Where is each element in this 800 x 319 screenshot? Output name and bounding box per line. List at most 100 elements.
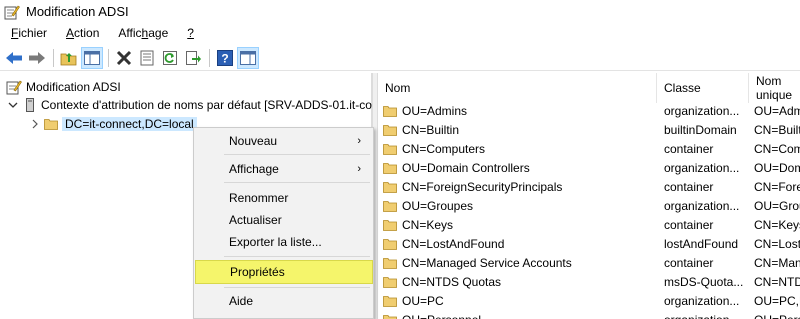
forward-button[interactable] (26, 47, 48, 69)
list-item-name-cell: CN=Computers (383, 139, 655, 158)
menu-affichage[interactable]: Affichage (107, 26, 176, 40)
list-item-class: organization... (664, 160, 740, 175)
column-header-nom[interactable]: Nom (378, 73, 657, 103)
refresh-icon (163, 50, 177, 65)
show-hide-tree-button[interactable] (81, 46, 103, 69)
list-item-name: CN=Managed Service Accounts (402, 255, 572, 270)
toolbar-separator (108, 48, 109, 67)
list-item-name: CN=Builtin (402, 122, 460, 137)
list-item[interactable]: OU=PC organization... OU=PC,DC= (378, 291, 800, 310)
menu-item-actualiser[interactable]: Actualiser (195, 209, 373, 231)
menu-item-renommer[interactable]: Renommer (195, 187, 373, 209)
properties-button[interactable] (136, 47, 158, 69)
toolbar: ? (0, 45, 800, 71)
list-item-dn: OU=Groupes (754, 198, 800, 213)
list-item-dn: OU=Personnel (754, 310, 800, 319)
list-item[interactable]: CN=Builtin builtinDomain CN=Builtin (378, 120, 800, 139)
folder-icon (383, 276, 397, 288)
export-list-button[interactable] (182, 47, 204, 69)
help-icon: ? (217, 49, 233, 66)
list-item-name: OU=Groupes (402, 198, 474, 213)
menu-bar: Fichier Action Affichage ? (0, 23, 800, 43)
adsi-edit-icon (4, 5, 20, 19)
chevron-right-icon: › (357, 135, 361, 147)
list-item[interactable]: OU=Domain Controllers organization... OU=D… (378, 158, 800, 177)
folder-icon (383, 238, 397, 250)
toolbar-separator (209, 48, 210, 67)
list-item-dn: CN=Managed (754, 255, 800, 270)
list-item-name-cell: OU=Admins (383, 101, 655, 120)
list-item-class: organization... (664, 198, 740, 213)
list-item[interactable]: CN=Managed Service Accounts container CN=M… (378, 253, 800, 272)
list-item[interactable]: CN=Computers container CN=Computers (378, 139, 800, 158)
list-item-class: lostAndFound (664, 236, 739, 251)
column-header-classe[interactable]: Classe (657, 73, 749, 103)
menu-fichier[interactable]: Fichier (0, 26, 55, 40)
up-level-button[interactable] (58, 47, 80, 69)
menu-help[interactable]: ? (176, 26, 202, 40)
list-item[interactable]: CN=Keys container CN=Keys (378, 215, 800, 234)
list-item-dn: CN=Computers (754, 141, 800, 156)
menu-item-affichage[interactable]: Affichage › (195, 158, 373, 180)
window-title: Modification ADSI (26, 4, 129, 19)
list-item-class: msDS-Quota... (664, 274, 744, 289)
delete-icon (116, 50, 132, 65)
folder-icon (383, 162, 397, 174)
list-item-name-cell: OU=Domain Controllers (383, 158, 655, 177)
action-pane-button[interactable] (237, 46, 259, 69)
list-item-name-cell: CN=Managed Service Accounts (383, 253, 655, 272)
folder-icon (383, 219, 397, 231)
list-item-name-cell: CN=Builtin (383, 120, 655, 139)
menu-item-label: Propriétés (230, 265, 285, 279)
title-bar: Modification ADSI (0, 0, 800, 23)
menu-item-label: Renommer (229, 191, 289, 205)
tree-context[interactable]: Contexte d'attribution de noms par défau… (8, 95, 372, 114)
list-item-name: CN=LostAndFound (402, 236, 505, 251)
forward-arrow-icon (29, 51, 45, 64)
show-hide-tree-icon (84, 50, 100, 65)
menu-item-proprietes[interactable]: Propriétés (195, 260, 373, 284)
list-item[interactable]: CN=ForeignSecurityPrincipals container CN=… (378, 177, 800, 196)
refresh-button[interactable] (159, 47, 181, 69)
list-item[interactable]: OU=Personnelorganization...OU=Personnel (378, 310, 800, 319)
chevron-down-icon[interactable] (8, 100, 18, 110)
list-item-name: CN=Keys (402, 217, 454, 232)
list-item[interactable]: CN=LostAndFound lostAndFound CN=LostAndFou… (378, 234, 800, 253)
menu-item-label: Actualiser (229, 213, 282, 227)
folder-icon (383, 105, 397, 117)
folder-icon (383, 314, 397, 319)
list-item-class: organization... (664, 103, 740, 118)
list-item[interactable]: OU=Admins organization... OU=Admins (378, 101, 800, 120)
action-pane-icon (240, 50, 256, 65)
column-header-nom-unique[interactable]: Nom unique (749, 73, 800, 103)
menu-separator (224, 287, 370, 288)
menu-item-nouveau[interactable]: Nouveau › (195, 130, 373, 152)
list-item-name-cell: CN=LostAndFound (383, 234, 655, 253)
menu-separator (224, 182, 370, 183)
delete-button[interactable] (113, 47, 135, 69)
menu-item-label: Nouveau (229, 134, 278, 148)
list-item-class: container (664, 141, 714, 156)
tree-domain-label: DC=it-connect,DC=local (62, 116, 197, 131)
toolbar-separator (53, 48, 54, 67)
menu-item-label: Aide (229, 294, 254, 308)
properties-icon (140, 50, 154, 65)
list-pane: Nom Classe Nom unique OU=Admins organizat… (378, 73, 800, 319)
tree-root[interactable]: Modification ADSI (6, 77, 121, 96)
list-item[interactable]: CN=NTDS Quotas msDS-Quota... CN=NTDS (378, 272, 800, 291)
menu-separator (224, 154, 370, 155)
up-folder-icon (60, 52, 77, 65)
list-item-name: OU=Personnel (402, 313, 481, 319)
tree-root-label: Modification ADSI (26, 79, 121, 94)
list-item[interactable]: OU=Groupes organization... OU=Groupes (378, 196, 800, 215)
menu-item-exporter-liste[interactable]: Exporter la liste... (195, 231, 373, 253)
chevron-right-icon[interactable] (30, 119, 40, 129)
list-item-name-cell: OU=Groupes (383, 196, 655, 215)
back-button[interactable] (3, 47, 25, 69)
tree-domain-node[interactable]: DC=it-connect,DC=local (30, 114, 197, 133)
list-item-class: organization... (664, 310, 752, 319)
menu-item-aide[interactable]: Aide (195, 290, 373, 312)
help-button[interactable]: ? (214, 47, 236, 69)
list-item-name: CN=NTDS Quotas (402, 274, 502, 289)
menu-action[interactable]: Action (55, 26, 107, 40)
